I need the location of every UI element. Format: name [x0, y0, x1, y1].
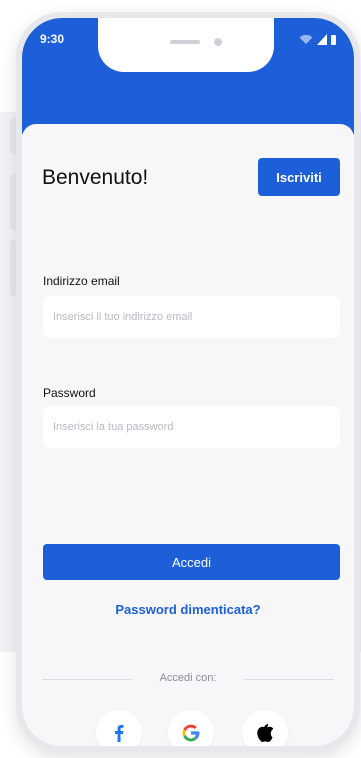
notch: [98, 18, 274, 72]
email-label: Indirizzo email: [43, 274, 120, 288]
battery-icon: [331, 35, 336, 45]
signal-icon: [317, 34, 327, 45]
facebook-button[interactable]: [96, 710, 142, 746]
password-label: Password: [43, 386, 96, 400]
camera-icon: [214, 38, 222, 46]
divider-right: [244, 679, 334, 680]
google-button[interactable]: [168, 710, 214, 746]
forgot-password-link[interactable]: Password dimenticata?: [22, 602, 354, 617]
apple-button[interactable]: [242, 710, 288, 746]
phone-frame: 9:30 Benvenuto! Iscriviti Indirizzo emai…: [16, 12, 360, 752]
header-bar: 9:30: [22, 18, 354, 134]
speaker-icon: [170, 40, 200, 44]
signup-button[interactable]: Iscriviti: [258, 158, 340, 196]
phone-screen: 9:30 Benvenuto! Iscriviti Indirizzo emai…: [22, 18, 354, 746]
email-field[interactable]: Inserisci il tuo indirizzo email: [43, 296, 340, 338]
social-login-label: Accedi con:: [159, 672, 217, 684]
password-field[interactable]: Inserisci la tua password: [43, 406, 340, 448]
login-card: Benvenuto! Iscriviti Indirizzo email Ins…: [22, 124, 354, 746]
page-title: Benvenuto!: [42, 166, 149, 189]
apple-icon: [257, 724, 273, 742]
login-button[interactable]: Accedi: [43, 544, 340, 580]
facebook-icon: [115, 725, 124, 742]
status-time: 9:30: [40, 32, 65, 46]
status-icons: [299, 34, 336, 45]
page: 9:30 Benvenuto! Iscriviti Indirizzo emai…: [0, 0, 361, 758]
wifi-icon: [299, 34, 313, 44]
google-icon: [182, 724, 200, 742]
